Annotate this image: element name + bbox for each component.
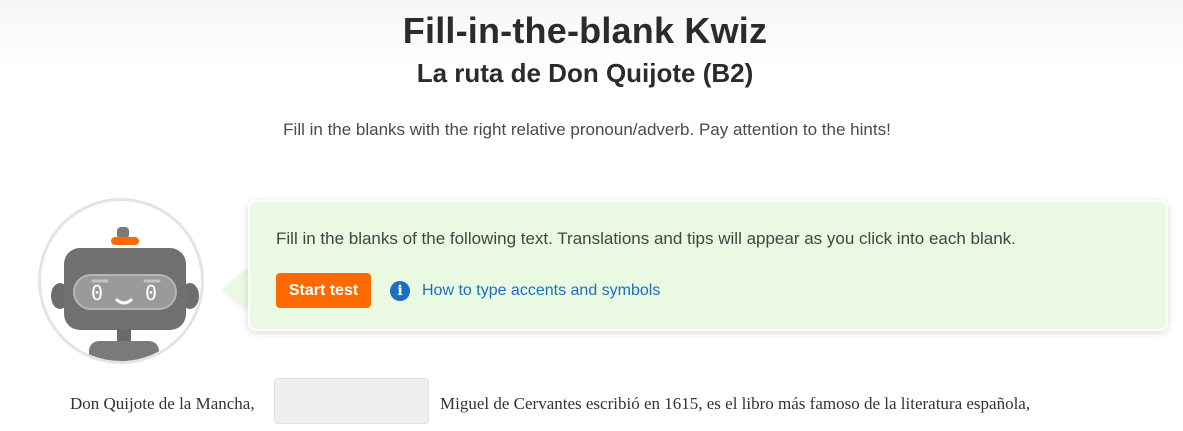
callout-pointer — [224, 267, 250, 311]
callout-text: Fill in the blanks of the following text… — [276, 229, 1016, 248]
start-test-button[interactable]: Start test — [276, 273, 371, 308]
accents-help-label: How to type accents and symbols — [422, 282, 661, 299]
robot-icon: 0 0 — [51, 227, 199, 361]
accents-help-link[interactable]: i How to type accents and symbols — [390, 281, 660, 301]
blank-input-1[interactable] — [274, 378, 429, 424]
page-title: Fill-in-the-blank Kwiz — [402, 10, 768, 51]
sentence-text-after: Miguel de Cervantes escribió en 1615, es… — [440, 394, 1031, 413]
exercise-instructions: Fill in the blanks with the right relati… — [283, 120, 891, 139]
robot-eye-left: 0 — [91, 281, 103, 305]
sentence-text-before: Don Quijote de la Mancha, — [70, 394, 255, 413]
exercise-sentence: Don Quijote de la Mancha, Miguel de Cerv… — [0, 378, 1183, 426]
page-subtitle: La ruta de Don Quijote (B2) — [416, 58, 754, 88]
robot-eye-right: 0 — [145, 281, 157, 305]
instructions-callout: Fill in the blanks of the following text… — [248, 200, 1168, 331]
robot-mascot: 0 0 — [38, 198, 204, 364]
info-icon: i — [390, 281, 410, 301]
